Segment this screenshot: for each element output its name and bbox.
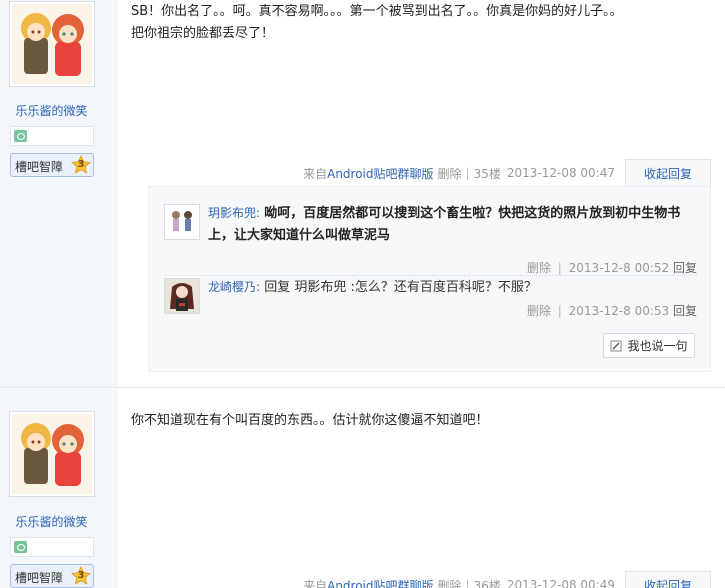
post-content-line: SB！你出名了。。呵。真不容易啊。。。第一个被骂到出名了。。你真是你妈的好儿子。… [131, 4, 623, 19]
author-name[interactable]: 乐乐酱的微笑 [0, 102, 103, 119]
avatar-image [12, 414, 92, 494]
sub-reply-time: 2013-12-8 00:53 [568, 304, 670, 318]
client-link[interactable]: Android贴吧群聊版 [327, 577, 433, 588]
profile-icon[interactable] [14, 130, 27, 142]
post-time: 2013-12-08 00:47 [506, 166, 615, 180]
post-floor-36: 乐乐酱的微笑 槽吧智障 3 你不知道现在有个叫百度的东西。。估计就你这傻逼不知道… [0, 389, 725, 588]
author-sidebar: 乐乐酱的微笑 槽吧智障 3 [0, 0, 118, 387]
level-badge[interactable]: 槽吧智障 3 [10, 153, 94, 177]
level-badge-icon: 3 [71, 566, 91, 586]
badge-label: 槽吧智障 [15, 571, 64, 585]
floor-number: 36楼 [473, 578, 501, 588]
post-time: 2013-12-08 00:49 [506, 578, 615, 588]
level-badge-icon: 3 [71, 155, 91, 175]
badge-label: 槽吧智障 [15, 160, 64, 174]
level-number: 3 [77, 570, 85, 581]
post-floor-35: 乐乐酱的微笑 槽吧智障 3 SB！你出名了。。呵。真不容易啊。。。第一个被骂到出… [0, 0, 725, 388]
collapse-replies-button[interactable]: 收起回复 [625, 159, 711, 187]
from-prefix: 来自 [303, 166, 328, 181]
separator: | [557, 261, 562, 275]
post-content-line: 你不知道现在有个叫百度的东西。。估计就你这傻逼不知道吧！ [131, 413, 489, 428]
sub-reply-meta: 删除 | 2013-12-8 00:53 回复 [527, 302, 697, 319]
sub-reply-box: 玥影布兜: 呦呵，百度居然都可以搜到这个畜生啦？快把这货的照片放到初中生物书上，… [148, 186, 711, 372]
sub-reply-time: 2013-12-8 00:52 [568, 261, 670, 275]
sub-reply-reply-link[interactable]: 回复 [673, 261, 697, 275]
client-link[interactable]: Android贴吧群聊版 [327, 165, 433, 182]
author-sidebar: 乐乐酱的微笑 槽吧智障 3 [0, 389, 118, 588]
sub-reply-user[interactable]: 龙崎樱乃: [208, 280, 260, 294]
pencil-icon [610, 340, 622, 352]
post-tail: 来自 Android贴吧群聊版 删除 | 36楼 2013-12-08 00:4… [303, 571, 711, 588]
separator: | [465, 166, 470, 180]
avatar[interactable] [9, 411, 95, 497]
floor-number: 35楼 [473, 166, 501, 181]
sub-reply-delete[interactable]: 删除 [527, 304, 551, 318]
sub-reply: 玥影布兜: 呦呵，百度居然都可以搜到这个畜生啦？快把这货的照片放到初中生物书上，… [164, 202, 697, 276]
author-icon-bar [10, 126, 94, 146]
post-tail: 来自 Android贴吧群聊版 删除 | 35楼 2013-12-08 00:4… [303, 159, 711, 187]
delete-link[interactable]: 删除 [438, 165, 462, 182]
sub-reply-reply-link[interactable]: 回复 [673, 304, 697, 318]
sub-reply: 龙崎樱乃: 回复 玥影布兜 :怎么？还有百度百科呢？不服？ 删除 | 2013-… [164, 275, 697, 319]
level-number: 3 [77, 159, 85, 170]
sub-reply-avatar[interactable] [164, 204, 200, 240]
sub-reply-avatar[interactable] [164, 278, 200, 314]
sub-reply-meta: 删除 | 2013-12-8 00:52 回复 [527, 259, 697, 276]
post-content: 你不知道现在有个叫百度的东西。。估计就你这傻逼不知道吧！ [131, 410, 701, 432]
say-something-button[interactable]: 我也说一句 [603, 333, 695, 358]
sub-reply-text: 回复 玥影布兜 :怎么？还有百度百科呢？不服？ [264, 280, 537, 295]
separator: | [465, 578, 470, 588]
delete-link[interactable]: 删除 [438, 577, 462, 588]
post-content-line: 把你祖宗的脸都丢尽了！ [131, 26, 275, 41]
profile-icon[interactable] [14, 541, 27, 553]
level-badge[interactable]: 槽吧智障 3 [10, 564, 94, 588]
collapse-replies-button[interactable]: 收起回复 [625, 571, 711, 588]
say-something-label: 我也说一句 [627, 339, 688, 353]
author-icon-bar [10, 537, 94, 557]
separator: | [557, 304, 562, 318]
post-content: SB！你出名了。。呵。真不容易啊。。。第一个被骂到出名了。。你真是你妈的好儿子。… [131, 1, 701, 45]
avatar-image [12, 4, 92, 84]
sub-reply-text: 呦呵，百度居然都可以搜到这个畜生啦？快把这货的照片放到初中生物书上，让大家知道什… [208, 206, 681, 243]
author-name[interactable]: 乐乐酱的微笑 [0, 513, 103, 530]
avatar[interactable] [9, 1, 95, 87]
sub-reply-delete[interactable]: 删除 [527, 261, 551, 275]
from-prefix: 来自 [303, 578, 328, 588]
sub-reply-user[interactable]: 玥影布兜: [208, 206, 260, 220]
